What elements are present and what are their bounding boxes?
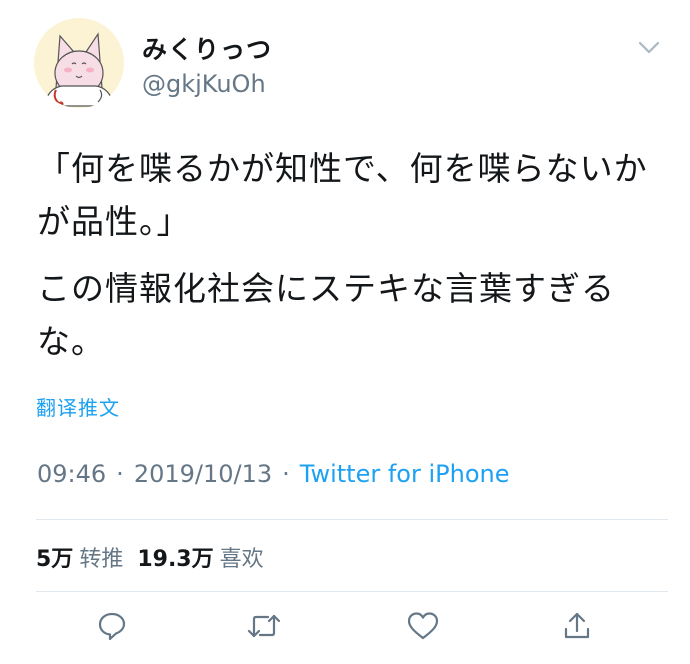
translate-tweet-link[interactable]: 翻译推文	[36, 392, 120, 421]
tweet-time: 09:46	[37, 460, 107, 488]
retweet-icon	[247, 614, 281, 638]
chevron-down-icon[interactable]	[638, 40, 660, 54]
tweet-paragraph: この情報化社会にステキな言葉すぎるな。	[37, 269, 615, 361]
tweet-source-link[interactable]: Twitter for iPhone	[300, 460, 510, 488]
share-button[interactable]	[557, 606, 597, 646]
heart-icon	[407, 612, 439, 640]
meta-separator: ·	[282, 460, 290, 488]
tweet-date: 2019/10/13	[133, 460, 273, 488]
avatar[interactable]	[34, 18, 124, 108]
action-bar	[0, 606, 690, 646]
user-handle[interactable]: @gkjKuOh	[142, 70, 266, 98]
reply-button[interactable]	[92, 606, 132, 646]
tweet-paragraph: 「何を喋るかが知性で、何を喋らないかが品性。」	[37, 149, 648, 241]
tweet-meta: 09:46 · 2019/10/13 · Twitter for iPhone	[37, 460, 510, 488]
divider	[36, 591, 668, 592]
retweets-count[interactable]: 5万	[36, 547, 73, 572]
likes-label[interactable]: 喜欢	[220, 547, 264, 572]
retweets-label[interactable]: 转推	[79, 547, 123, 572]
retweet-button[interactable]	[244, 606, 284, 646]
tweet-stats: 5万 转推 19.3万 喜欢	[36, 541, 278, 573]
meta-separator: ·	[116, 460, 124, 488]
reply-icon	[98, 612, 126, 641]
tweet-text: 「何を喋るかが知性で、何を喋らないかが品性。」 この情報化社会にステキな言葉すぎ…	[37, 142, 657, 368]
likes-count[interactable]: 19.3万	[137, 547, 213, 572]
tweet-header: みくりっつ @gkjKuOh	[34, 18, 664, 110]
display-name[interactable]: みくりっつ	[142, 30, 272, 66]
divider	[36, 519, 668, 520]
share-icon	[564, 612, 590, 639]
like-button[interactable]	[403, 606, 443, 646]
